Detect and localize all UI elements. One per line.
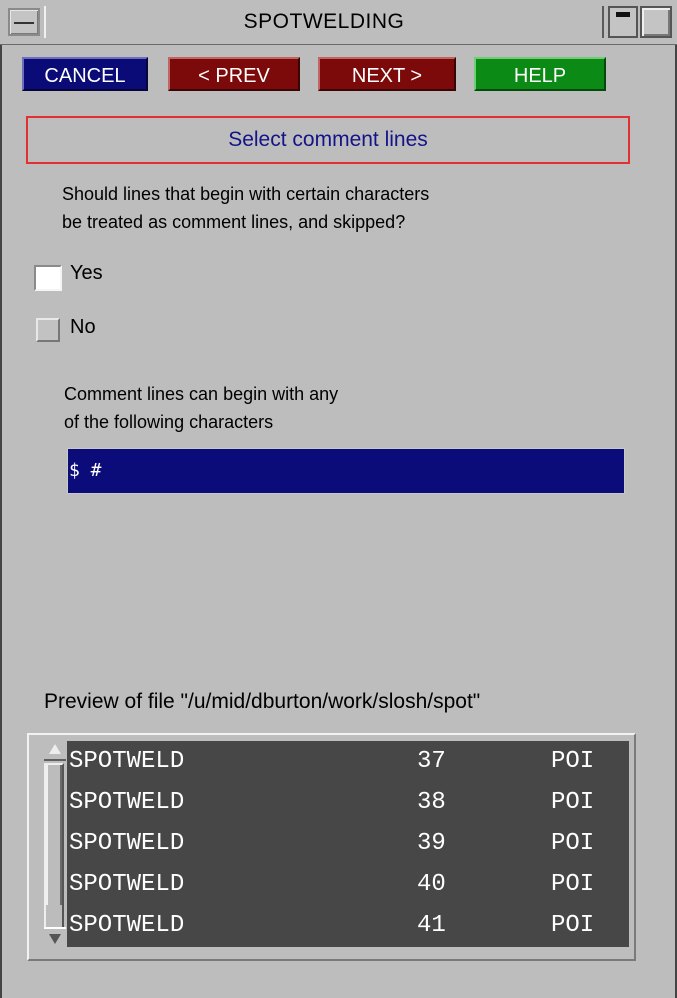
keyword-cell: SPOTWELD — [69, 912, 185, 939]
id-cell: 39 — [417, 830, 446, 857]
next-button[interactable]: NEXT > — [318, 57, 456, 91]
no-checkbox[interactable] — [36, 318, 60, 342]
comment-chars-description: Comment lines can begin with any of the … — [64, 380, 338, 436]
yes-checkbox[interactable] — [34, 265, 62, 291]
type-cell: POI — [551, 912, 595, 939]
no-label[interactable]: No — [70, 316, 96, 339]
list-item: SPOTWELD 38 POI — [67, 782, 629, 823]
keyword-cell: SPOTWELD — [69, 748, 185, 775]
comment-line-1: Comment lines can begin with any — [64, 384, 339, 404]
cancel-button[interactable]: CANCEL — [22, 57, 148, 91]
question-line-1: Should lines that begin with certain cha… — [62, 184, 430, 204]
window-menu-icon[interactable] — [8, 8, 40, 36]
window-title: SPOTWELDING — [44, 6, 604, 38]
section-heading: Select comment lines — [26, 116, 630, 164]
preview-list[interactable]: SPOTWELD 37 POI SPOTWELD 38 POI SPOTWELD… — [67, 741, 629, 947]
id-cell: 37 — [417, 748, 446, 775]
window-left-edge — [0, 0, 2, 998]
title-bar[interactable]: SPOTWELDING — [0, 0, 677, 45]
list-item: SPOTWELD 37 POI — [67, 741, 629, 782]
question-text: Should lines that begin with certain cha… — [62, 180, 429, 236]
keyword-cell: SPOTWELD — [69, 789, 185, 816]
preview-scrollbar[interactable] — [44, 741, 66, 947]
type-cell: POI — [551, 748, 595, 775]
type-cell: POI — [551, 830, 595, 857]
prev-button[interactable]: < PREV — [168, 57, 300, 91]
scroll-down-arrow-icon[interactable] — [44, 927, 66, 947]
list-item: SPOTWELD 40 POI — [67, 864, 629, 905]
help-button[interactable]: HELP — [474, 57, 606, 91]
id-cell: 38 — [417, 789, 446, 816]
list-item: SPOTWELD 39 POI — [67, 823, 629, 864]
maximize-icon[interactable] — [640, 6, 672, 38]
type-cell: POI — [551, 789, 595, 816]
id-cell: 40 — [417, 871, 446, 898]
scroll-up-arrow-icon[interactable] — [44, 741, 66, 761]
id-cell: 41 — [417, 912, 446, 939]
scroll-thumb[interactable] — [46, 765, 62, 905]
yes-label[interactable]: Yes — [70, 262, 103, 285]
question-line-2: be treated as comment lines, and skipped… — [62, 212, 406, 232]
preview-label: Preview of file "/u/mid/dburton/work/slo… — [44, 690, 481, 713]
keyword-cell: SPOTWELD — [69, 830, 185, 857]
comment-line-2: of the following characters — [64, 412, 274, 432]
minimize-icon[interactable] — [608, 6, 638, 38]
comment-chars-input[interactable]: $ # — [67, 448, 625, 494]
keyword-cell: SPOTWELD — [69, 871, 185, 898]
list-item: SPOTWELD 41 POI — [67, 905, 629, 946]
type-cell: POI — [551, 871, 595, 898]
